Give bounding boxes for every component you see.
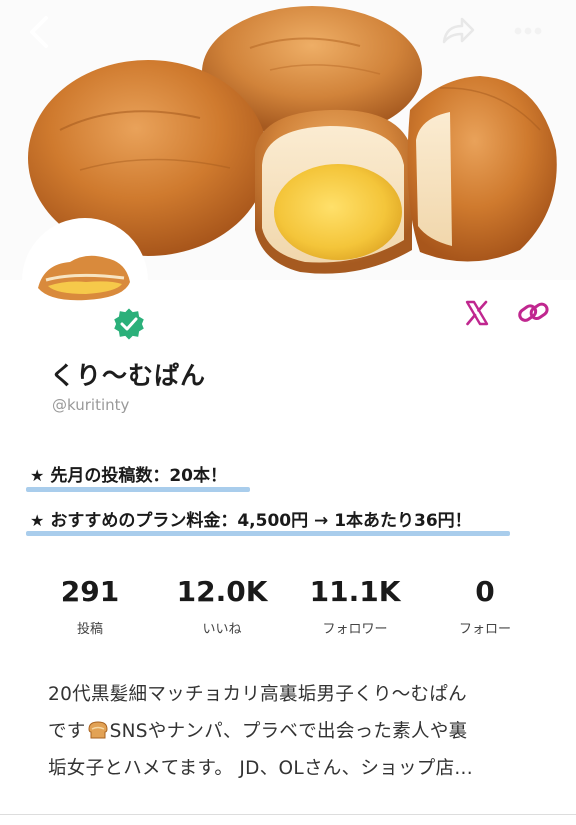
bread-emoji-icon [88, 721, 108, 739]
stat-value: 0 [475, 575, 495, 608]
stat-label: いいね [202, 622, 242, 637]
chevron-left-icon [30, 16, 48, 48]
highlight-underline [26, 487, 250, 492]
verified-badge [110, 305, 148, 343]
more-button[interactable] [508, 14, 548, 48]
stat-value: 11.1K [309, 575, 401, 608]
share-button[interactable] [440, 14, 476, 48]
profile-stats: 291 投稿 12.0K いいね 11.1K フォロワー 0 フォロー [0, 575, 576, 645]
stat-label: フォロワー [322, 622, 388, 637]
external-link[interactable] [516, 296, 552, 330]
highlight-plan: ★ おすすめのプラン料金：4,500円 → 1本あたり36円！ [30, 506, 472, 531]
bio-line: 20代黒髪細マッチョカリ高裏垢男子くり〜むぱん [48, 684, 467, 705]
stat-likes[interactable]: 12.0K いいね [162, 575, 282, 637]
bottom-divider [0, 814, 576, 825]
highlight-posts: ★ 先月の投稿数：20本！ [30, 461, 227, 486]
back-button[interactable] [22, 12, 58, 52]
stat-followers[interactable]: 11.1K フォロワー [295, 575, 415, 637]
highlight-text: おすすめのプラン料金：4,500円 → 1本あたり36円！ [50, 511, 472, 531]
link-icon [518, 302, 549, 322]
x-logo-icon [465, 300, 489, 326]
highlight-underline [26, 531, 510, 536]
bio-text: SNSやナンパ、プラベで出会った素人や裏 [109, 721, 468, 742]
profile-handle: @kuritinty [52, 396, 130, 414]
top-bar [0, 0, 576, 64]
star-icon: ★ [30, 466, 45, 485]
stat-value: 12.0K [176, 575, 268, 608]
profile-name: くり〜むぱん [50, 361, 207, 390]
more-dots-icon [514, 27, 542, 35]
highlight-text: 先月の投稿数：20本！ [50, 466, 228, 486]
stat-value: 291 [60, 575, 120, 608]
stat-label: 投稿 [76, 622, 103, 637]
bio-text: です [48, 721, 86, 742]
bio-line: です SNSやナンパ、プラベで出会った素人や裏 [48, 713, 548, 750]
stat-label: フォロー [458, 622, 511, 637]
stat-following[interactable]: 0 フォロー [425, 575, 545, 637]
share-arrow-icon [442, 17, 475, 44]
profile-bio[interactable]: 20代黒髪細マッチョカリ高裏垢男子くり〜むぱん です SNSやナンパ、プラベで出会… [48, 676, 548, 787]
x-profile-link[interactable] [462, 298, 492, 328]
bio-line: 垢女子とハメてます。 JD、OLさん、ショップ店... [48, 758, 473, 779]
star-icon: ★ [30, 511, 45, 530]
verified-badge-icon [111, 305, 147, 343]
stat-posts[interactable]: 291 投稿 [30, 575, 150, 637]
